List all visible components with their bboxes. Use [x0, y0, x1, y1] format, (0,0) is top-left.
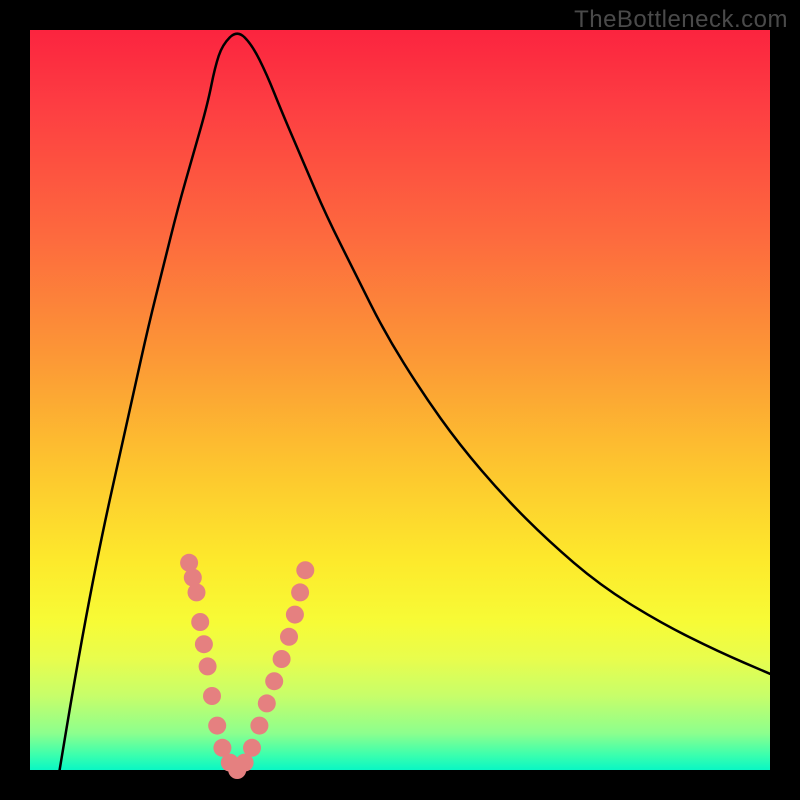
- marker-dot: [199, 657, 217, 675]
- marker-dot: [280, 628, 298, 646]
- plot-area: [30, 30, 770, 770]
- outer-frame: TheBottleneck.com: [0, 0, 800, 800]
- marker-dot: [296, 561, 314, 579]
- marker-group: [180, 554, 314, 779]
- marker-dot: [265, 672, 283, 690]
- marker-dot: [286, 606, 304, 624]
- marker-dot: [273, 650, 291, 668]
- marker-dot: [195, 635, 213, 653]
- marker-dot: [188, 583, 206, 601]
- marker-dot: [243, 739, 261, 757]
- marker-dot: [191, 613, 209, 631]
- chart-svg: [30, 30, 770, 770]
- marker-dot: [250, 717, 268, 735]
- bottleneck-curve: [60, 34, 770, 770]
- marker-dot: [258, 694, 276, 712]
- marker-dot: [291, 583, 309, 601]
- marker-dot: [203, 687, 221, 705]
- marker-dot: [208, 717, 226, 735]
